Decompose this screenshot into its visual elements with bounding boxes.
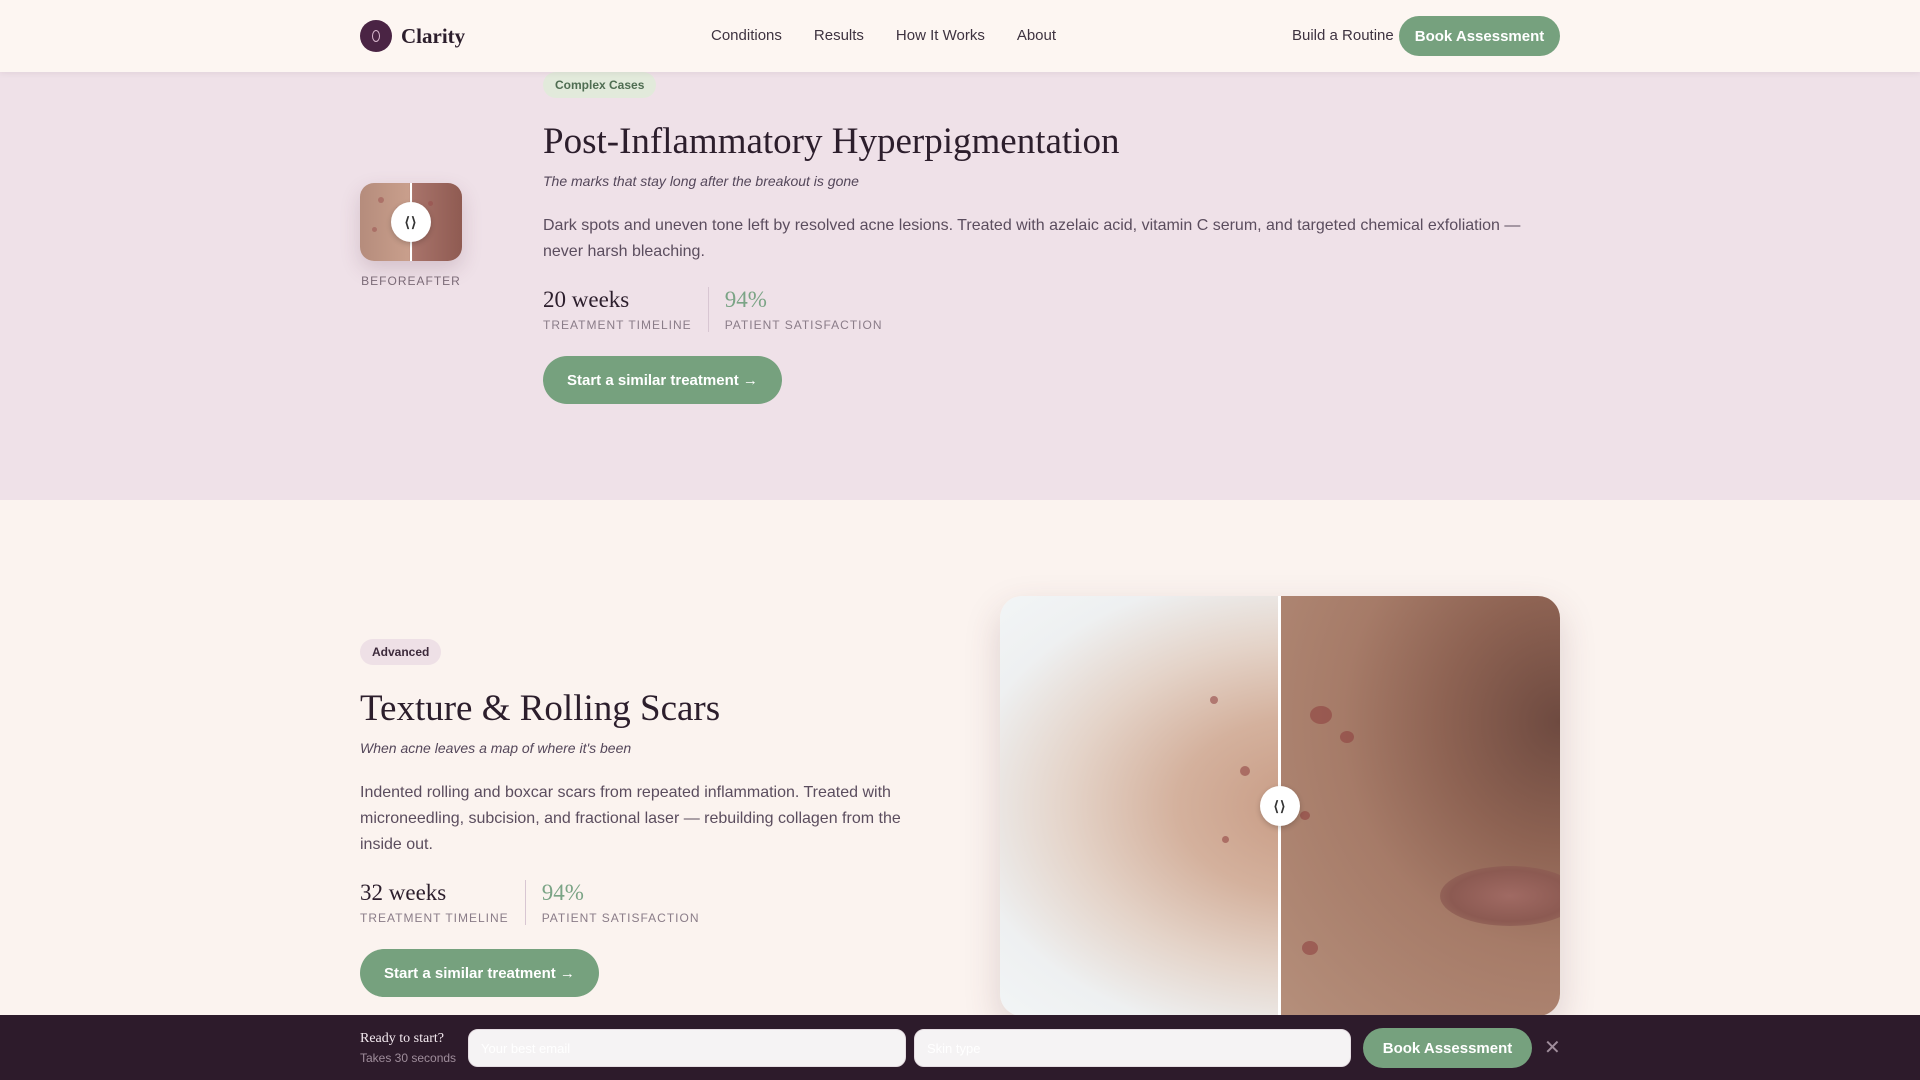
stat-value: 20 weeks [543,287,630,312]
close-icon[interactable]: ✕ [1544,1035,1561,1060]
stat-satisfaction: 94% PATIENT SATISFACTION [524,880,716,925]
booking-bar-text: Ready to start? Takes 30 seconds [360,1031,456,1065]
skin-type-input[interactable] [914,1029,1351,1067]
nav-results[interactable]: Results [814,27,864,44]
slider-handle-icon[interactable]: ⟨⟩ [391,202,431,242]
booking-bar-subtitle: Takes 30 seconds [360,1051,457,1065]
case-description: Indented rolling and boxcar scars from r… [360,784,901,853]
stat-label: TREATMENT TIMELINE [543,318,692,332]
header-book-assessment-button[interactable]: Book Assessment [1399,16,1560,56]
case-hyperpigmentation: ⟨⟩ BEFOREAFTER Complex Cases Post-Inflam… [0,72,1920,500]
nav-how-it-works[interactable]: How It Works [896,27,985,44]
booking-bar-book-button[interactable]: Book Assessment [1363,1028,1532,1068]
stat-value: 32 weeks [360,880,447,905]
site-header: Clarity Conditions Results How It Works … [0,0,1920,72]
category-badge: Complex Cases [543,72,657,98]
logo-mark-icon [360,20,392,52]
logo[interactable]: Clarity [360,20,465,52]
category-badge: Advanced [360,639,442,665]
start-treatment-button[interactable]: Start a similar treatment → [543,356,782,404]
case-subtitle: When acne leaves a map of where it's bee… [360,740,632,756]
slider-handle-icon[interactable]: ⟨⟩ [1260,786,1300,826]
after-label: AFTER [416,274,461,288]
before-after-comparison[interactable]: ⟨⟩ [1000,596,1560,1016]
case-stats: 32 weeks TREATMENT TIMELINE 94% PATIENT … [360,880,920,925]
nav-conditions[interactable]: Conditions [711,27,782,44]
after-photo [1280,596,1560,1016]
sticky-booking-bar: Ready to start? Takes 30 seconds Book As… [0,1015,1920,1080]
case-title: Texture & Rolling Scars [360,688,721,729]
case-details: Advanced Texture & Rolling Scars When ac… [360,639,920,997]
case-details: Post-Inflammatory Hyperpigmentation The … [543,120,1533,404]
stat-value: 94% [724,287,767,312]
case-description: Dark spots and uneven tone left by resol… [543,217,1521,260]
stat-label: TREATMENT TIMELINE [360,911,509,925]
before-after-image[interactable]: ⟨⟩ [360,183,462,261]
booking-bar-title: Ready to start? [360,1031,444,1046]
main-nav: Conditions Results How It Works About [711,27,1056,44]
nav-about[interactable]: About [1017,27,1056,44]
before-photo [1000,596,1280,1016]
brand-name: Clarity [401,23,466,48]
stat-timeline: 20 weeks TREATMENT TIMELINE [543,287,708,332]
case-stats: 20 weeks TREATMENT TIMELINE 94% PATIENT … [543,287,1533,332]
before-after-labels: BEFOREAFTER [360,274,462,288]
stat-value: 94% [541,880,584,905]
stat-label: PATIENT SATISFACTION [724,318,883,332]
case-title: Post-Inflammatory Hyperpigmentation [543,121,1120,162]
case-rolling-scars: Advanced Texture & Rolling Scars When ac… [0,500,1920,1080]
case-subtitle: The marks that stay long after the break… [543,173,859,189]
stat-timeline: 32 weeks TREATMENT TIMELINE [360,880,525,925]
before-after-thumbnail[interactable]: ⟨⟩ BEFOREAFTER [360,183,462,288]
email-input[interactable] [468,1029,906,1067]
stat-satisfaction: 94% PATIENT SATISFACTION [707,287,899,332]
start-treatment-button[interactable]: Start a similar treatment → [360,949,599,997]
stat-label: PATIENT SATISFACTION [541,911,700,925]
build-routine-link[interactable]: Build a Routine [1292,27,1394,44]
before-label: BEFORE [361,274,417,288]
